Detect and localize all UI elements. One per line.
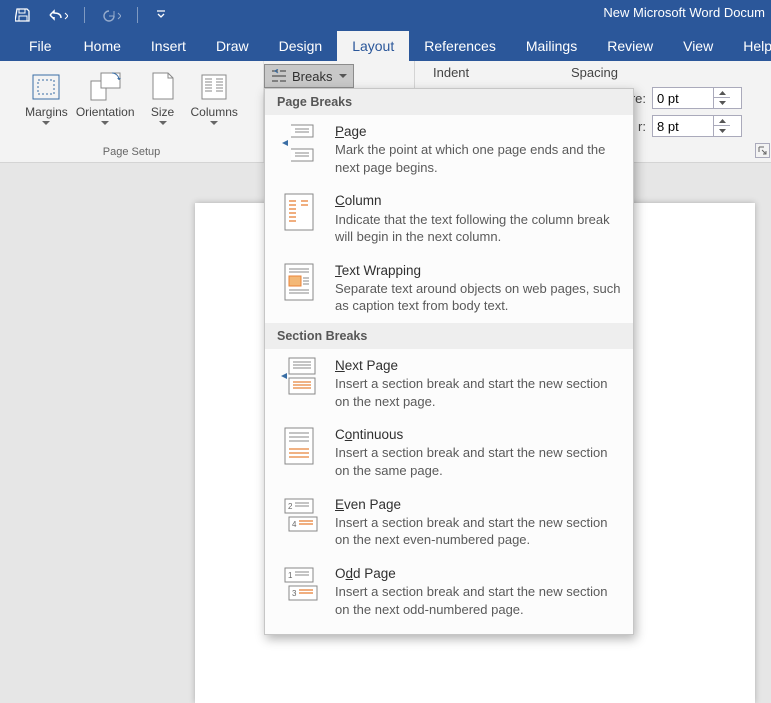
- breaks-button[interactable]: Breaks: [264, 64, 354, 88]
- chevron-down-icon: [156, 10, 166, 20]
- menu-item-desc: Mark the point at which one page ends an…: [335, 141, 621, 176]
- tab-review[interactable]: Review: [592, 31, 668, 61]
- menu-item-odd-page[interactable]: 13 Odd PageInsert a section break and st…: [265, 557, 633, 626]
- redo-icon: [101, 8, 121, 22]
- save-button[interactable]: [10, 3, 36, 27]
- spacing-after-spinner[interactable]: [652, 115, 742, 137]
- quick-access-toolbar: [0, 3, 174, 27]
- menu-item-title: Page: [335, 123, 621, 141]
- menu-item-desc: Insert a section break and start the new…: [335, 583, 621, 618]
- separator: [84, 7, 85, 23]
- menu-item-title: Odd Page: [335, 565, 621, 583]
- odd-page-icon: 13: [279, 564, 319, 606]
- tab-draw[interactable]: Draw: [201, 31, 264, 61]
- redo-button[interactable]: [95, 3, 127, 27]
- svg-text:4: 4: [292, 520, 297, 529]
- margins-label: Margins: [25, 105, 68, 119]
- chevron-down-icon: [339, 74, 347, 79]
- launcher-icon: [758, 146, 767, 155]
- caret-down-icon: [719, 129, 726, 133]
- menu-item-desc: Insert a section break and start the new…: [335, 444, 621, 479]
- next-page-icon: [279, 356, 319, 398]
- menu-item-text-wrapping[interactable]: Text WrappingSeparate text around object…: [265, 254, 633, 323]
- margins-button[interactable]: Margins: [25, 69, 68, 126]
- dialog-launcher[interactable]: [755, 143, 770, 158]
- chevron-down-icon: [101, 121, 109, 126]
- columns-button[interactable]: Columns: [191, 69, 238, 126]
- customize-qat-button[interactable]: [148, 3, 174, 27]
- svg-text:2: 2: [288, 502, 293, 511]
- breaks-icon: [271, 69, 287, 83]
- menu-item-next-page[interactable]: Next PageInsert a section break and star…: [265, 349, 633, 418]
- ribbon: Margins Orientation Size Columns Page Se…: [0, 61, 771, 163]
- breaks-label: Breaks: [292, 69, 332, 84]
- tab-references[interactable]: References: [409, 31, 511, 61]
- chevron-down-icon: [210, 121, 218, 126]
- title-bar: New Microsoft Word Docum: [0, 0, 771, 29]
- tab-help[interactable]: Help: [728, 31, 771, 61]
- menu-item-title: Column: [335, 192, 621, 210]
- tab-mailings[interactable]: Mailings: [511, 31, 592, 61]
- margins-icon: [30, 70, 62, 102]
- menu-item-title: Next Page: [335, 357, 621, 375]
- svg-text:3: 3: [292, 589, 297, 598]
- menu-item-title: Continuous: [335, 426, 621, 444]
- menu-item-title: Even Page: [335, 496, 621, 514]
- save-icon: [15, 7, 31, 23]
- menu-item-desc: Insert a section break and start the new…: [335, 514, 621, 549]
- menu-item-page-break[interactable]: PageMark the point at which one page end…: [265, 115, 633, 184]
- chevron-down-icon: [159, 121, 167, 126]
- tab-insert[interactable]: Insert: [136, 31, 201, 61]
- svg-text:1: 1: [288, 571, 293, 580]
- indent-header: Indent: [423, 65, 571, 80]
- menu-item-desc: Insert a section break and start the new…: [335, 375, 621, 410]
- orientation-icon: [88, 70, 122, 102]
- menu-item-continuous[interactable]: ContinuousInsert a section break and sta…: [265, 418, 633, 487]
- separator: [137, 7, 138, 23]
- tab-layout[interactable]: Layout: [337, 31, 409, 61]
- spin-down[interactable]: [714, 98, 730, 108]
- chevron-down-icon: [42, 121, 50, 126]
- size-label: Size: [151, 105, 174, 119]
- menu-item-title: Text Wrapping: [335, 262, 621, 280]
- spacing-before-spinner[interactable]: [652, 87, 742, 109]
- menu-item-desc: Separate text around objects on web page…: [335, 280, 621, 315]
- columns-label: Columns: [191, 105, 238, 119]
- spacing-before-input[interactable]: [653, 88, 713, 108]
- spacing-header: Spacing: [571, 65, 618, 80]
- spin-down[interactable]: [714, 126, 730, 136]
- orientation-button[interactable]: Orientation: [76, 69, 135, 126]
- page-break-icon: [279, 123, 319, 163]
- columns-icon: [199, 70, 229, 102]
- tab-design[interactable]: Design: [264, 31, 338, 61]
- continuous-icon: [281, 425, 317, 467]
- document-title: New Microsoft Word Docum: [603, 5, 765, 20]
- size-button[interactable]: Size: [143, 69, 183, 126]
- undo-button[interactable]: [42, 3, 74, 27]
- tab-home[interactable]: Home: [69, 31, 136, 61]
- caret-down-icon: [719, 101, 726, 105]
- group-page-setup: Margins Orientation Size Columns Page Se…: [0, 61, 264, 162]
- group-name-page-setup: Page Setup: [103, 144, 161, 160]
- size-icon: [150, 70, 176, 102]
- column-break-icon: [281, 191, 317, 233]
- orientation-label: Orientation: [76, 105, 135, 119]
- dropdown-header-page-breaks: Page Breaks: [265, 89, 633, 115]
- caret-up-icon: [719, 119, 726, 123]
- spin-up[interactable]: [714, 88, 730, 98]
- even-page-icon: 24: [279, 495, 319, 537]
- spin-up[interactable]: [714, 116, 730, 126]
- text-wrapping-icon: [281, 261, 317, 303]
- caret-up-icon: [719, 91, 726, 95]
- ribbon-tabs: File Home Insert Draw Design Layout Refe…: [0, 29, 771, 61]
- menu-item-desc: Indicate that the text following the col…: [335, 211, 621, 246]
- undo-icon: [48, 8, 68, 22]
- breaks-dropdown: Page Breaks PageMark the point at which …: [264, 88, 634, 635]
- dropdown-header-section-breaks: Section Breaks: [265, 323, 633, 349]
- tab-view[interactable]: View: [668, 31, 728, 61]
- spacing-after-input[interactable]: [653, 116, 713, 136]
- menu-item-even-page[interactable]: 24 Even PageInsert a section break and s…: [265, 488, 633, 557]
- tab-file[interactable]: File: [12, 31, 69, 61]
- menu-item-column-break[interactable]: ColumnIndicate that the text following t…: [265, 184, 633, 253]
